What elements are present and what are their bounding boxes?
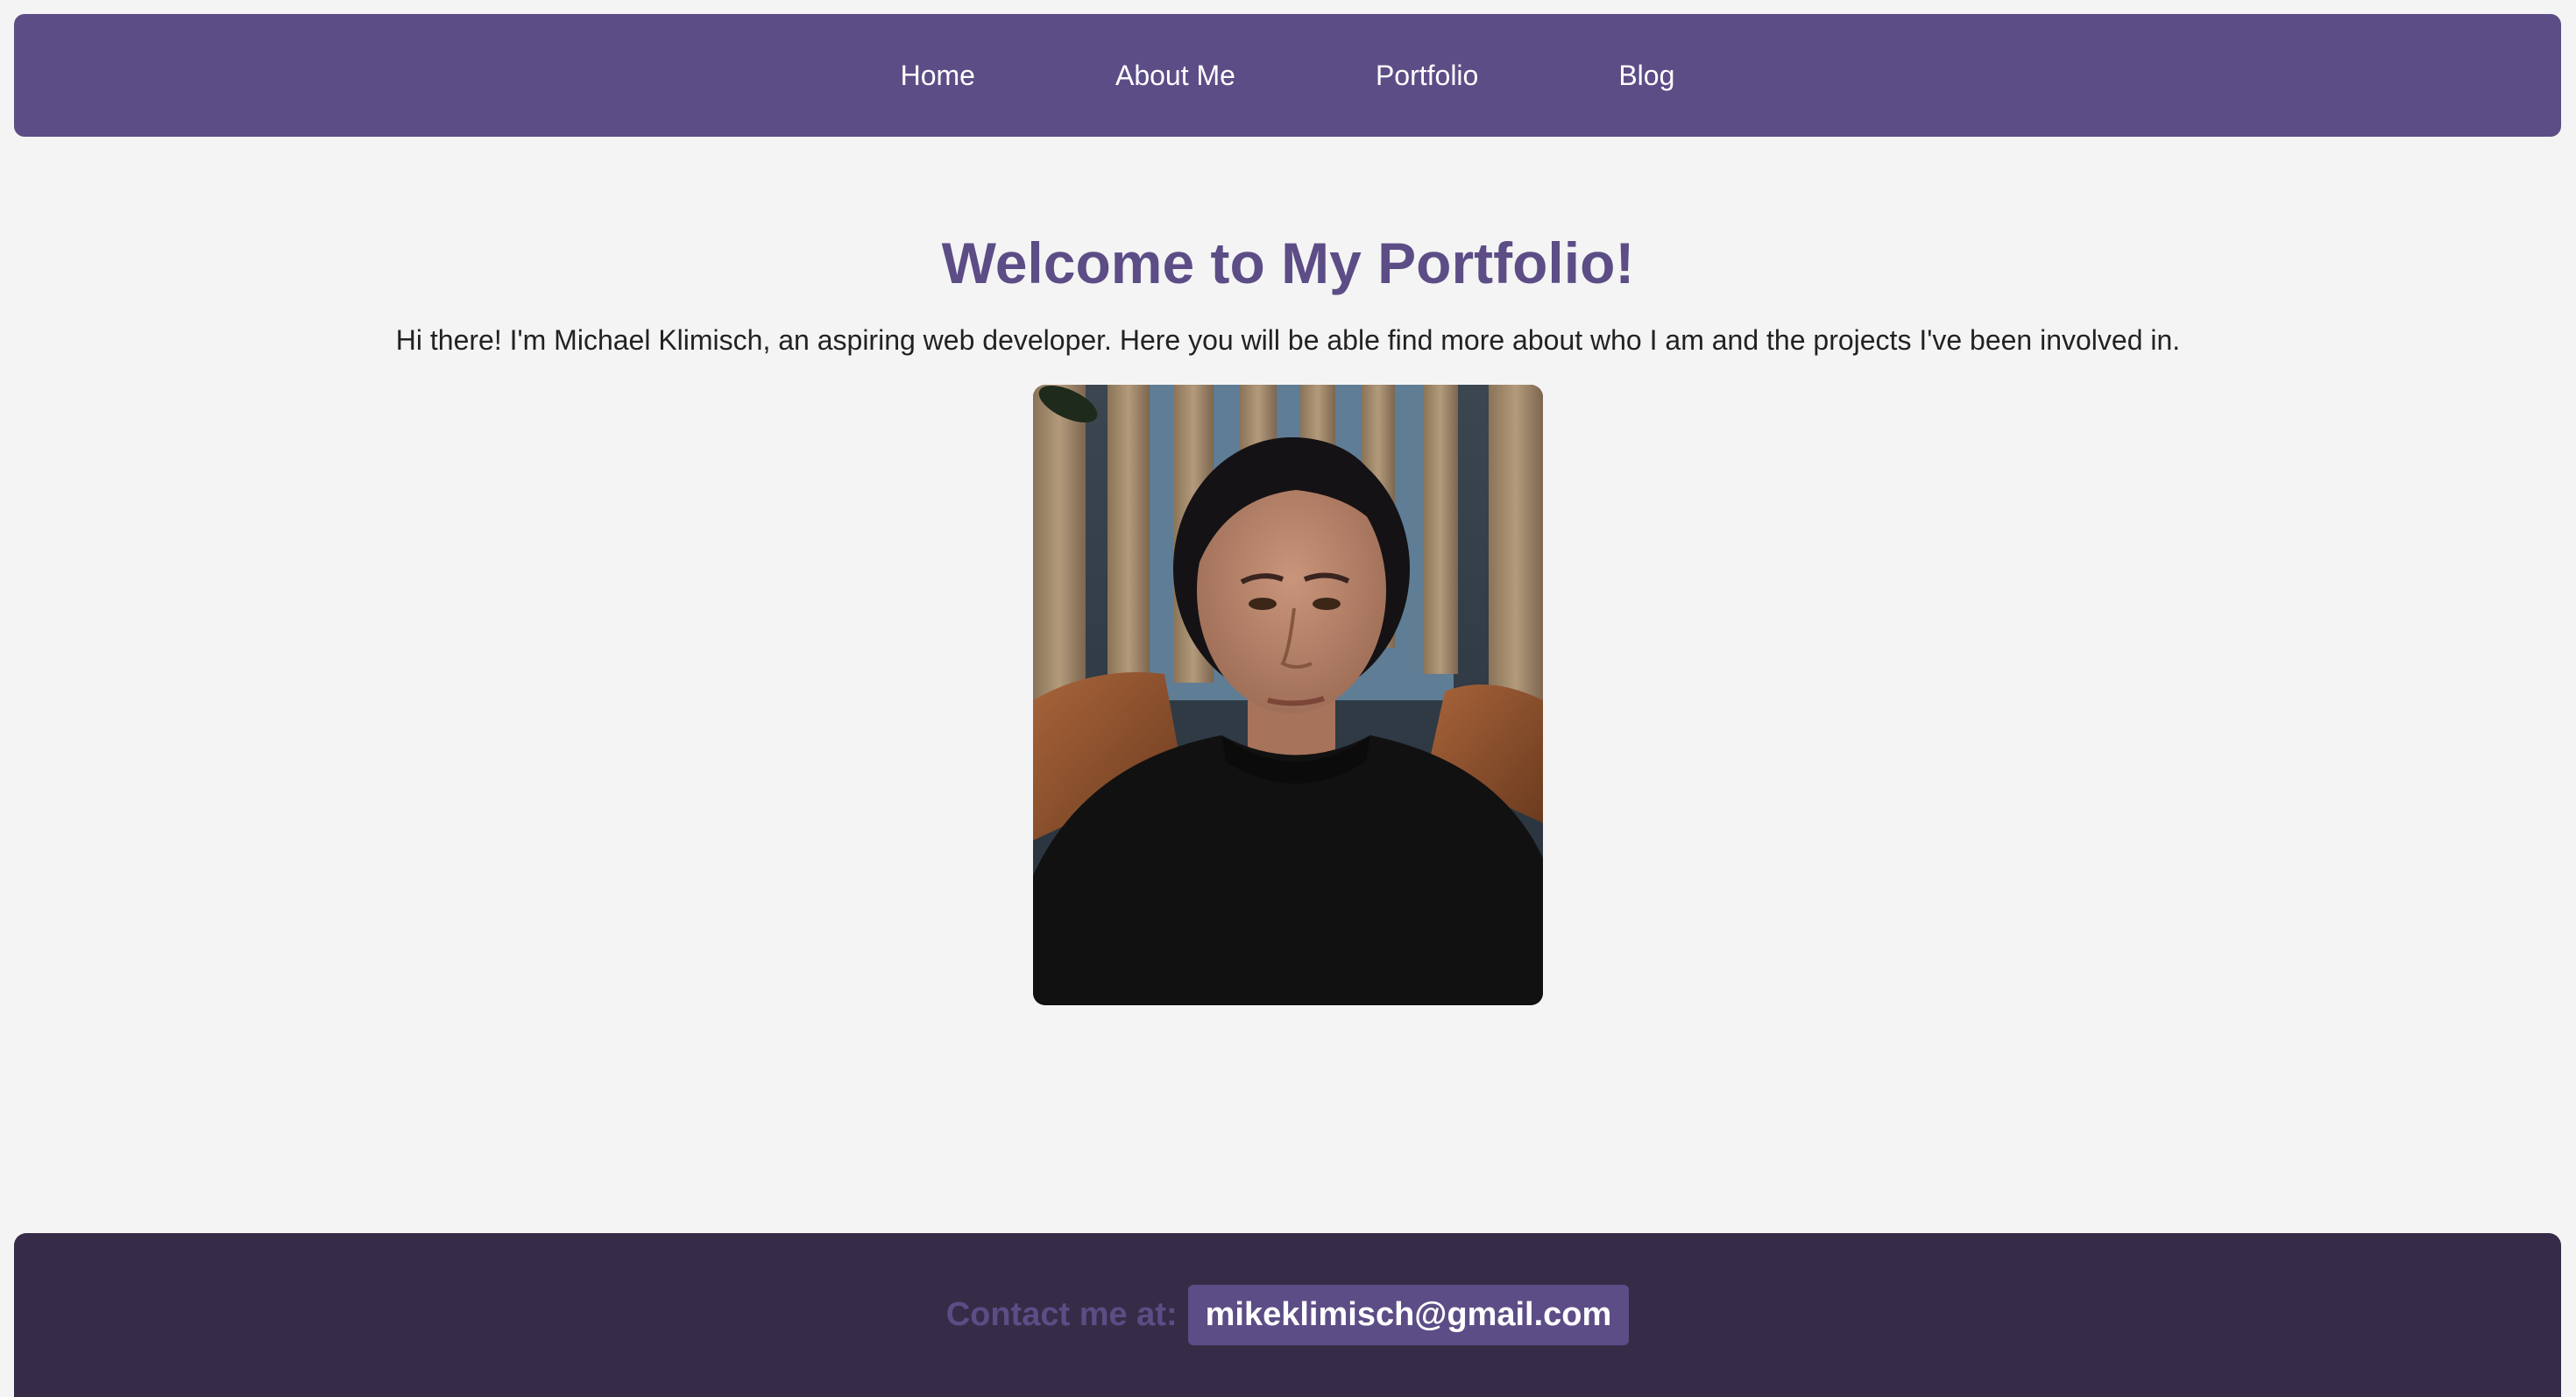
top-navbar: Home About Me Portfolio Blog (14, 14, 2561, 137)
nav-home-link[interactable]: Home (901, 60, 975, 92)
nav-portfolio-link[interactable]: Portfolio (1376, 60, 1478, 92)
profile-photo (1033, 385, 1543, 1005)
intro-text: Hi there! I'm Michael Klimisch, an aspir… (395, 324, 2181, 356)
contact-email-link[interactable]: mikeklimisch@gmail.com (1187, 1285, 1630, 1345)
page-footer: Contact me at: mikeklimisch@gmail.com (14, 1233, 2561, 1397)
page-title: Welcome to My Portfolio! (941, 230, 1635, 295)
nav-about-me-link[interactable]: About Me (1115, 60, 1235, 92)
nav-blog-link[interactable]: Blog (1618, 60, 1674, 92)
contact-label: Contact me at: (945, 1296, 1178, 1333)
